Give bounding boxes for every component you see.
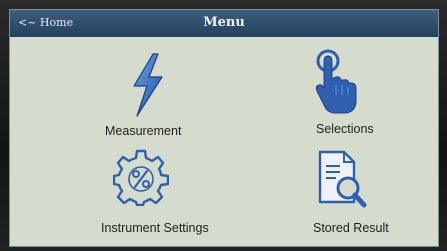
- menu-header: <~ Home Menu: [10, 10, 438, 37]
- touch-hand-icon: [315, 49, 357, 114]
- stored-result-button[interactable]: Stored Result: [290, 144, 430, 244]
- selections-button[interactable]: Selections: [285, 44, 425, 144]
- instrument-settings-button[interactable]: Instrument Settings: [85, 144, 255, 244]
- lightning-bolt-icon: [133, 53, 163, 117]
- document-magnifier-icon: [318, 150, 367, 208]
- gear-percent-icon: [113, 149, 169, 206]
- stored-result-label: Stored Result: [313, 221, 389, 235]
- measurement-button[interactable]: Measurement: [80, 44, 230, 144]
- device-bezel: <~ Home Menu Measurement Selections Inst…: [0, 0, 447, 251]
- display-screen: <~ Home Menu Measurement Selections Inst…: [9, 9, 439, 247]
- measurement-label: Measurement: [105, 124, 182, 138]
- instrument-settings-label: Instrument Settings: [101, 221, 209, 235]
- selections-label: Selections: [316, 122, 374, 136]
- page-title: Menu: [203, 15, 245, 30]
